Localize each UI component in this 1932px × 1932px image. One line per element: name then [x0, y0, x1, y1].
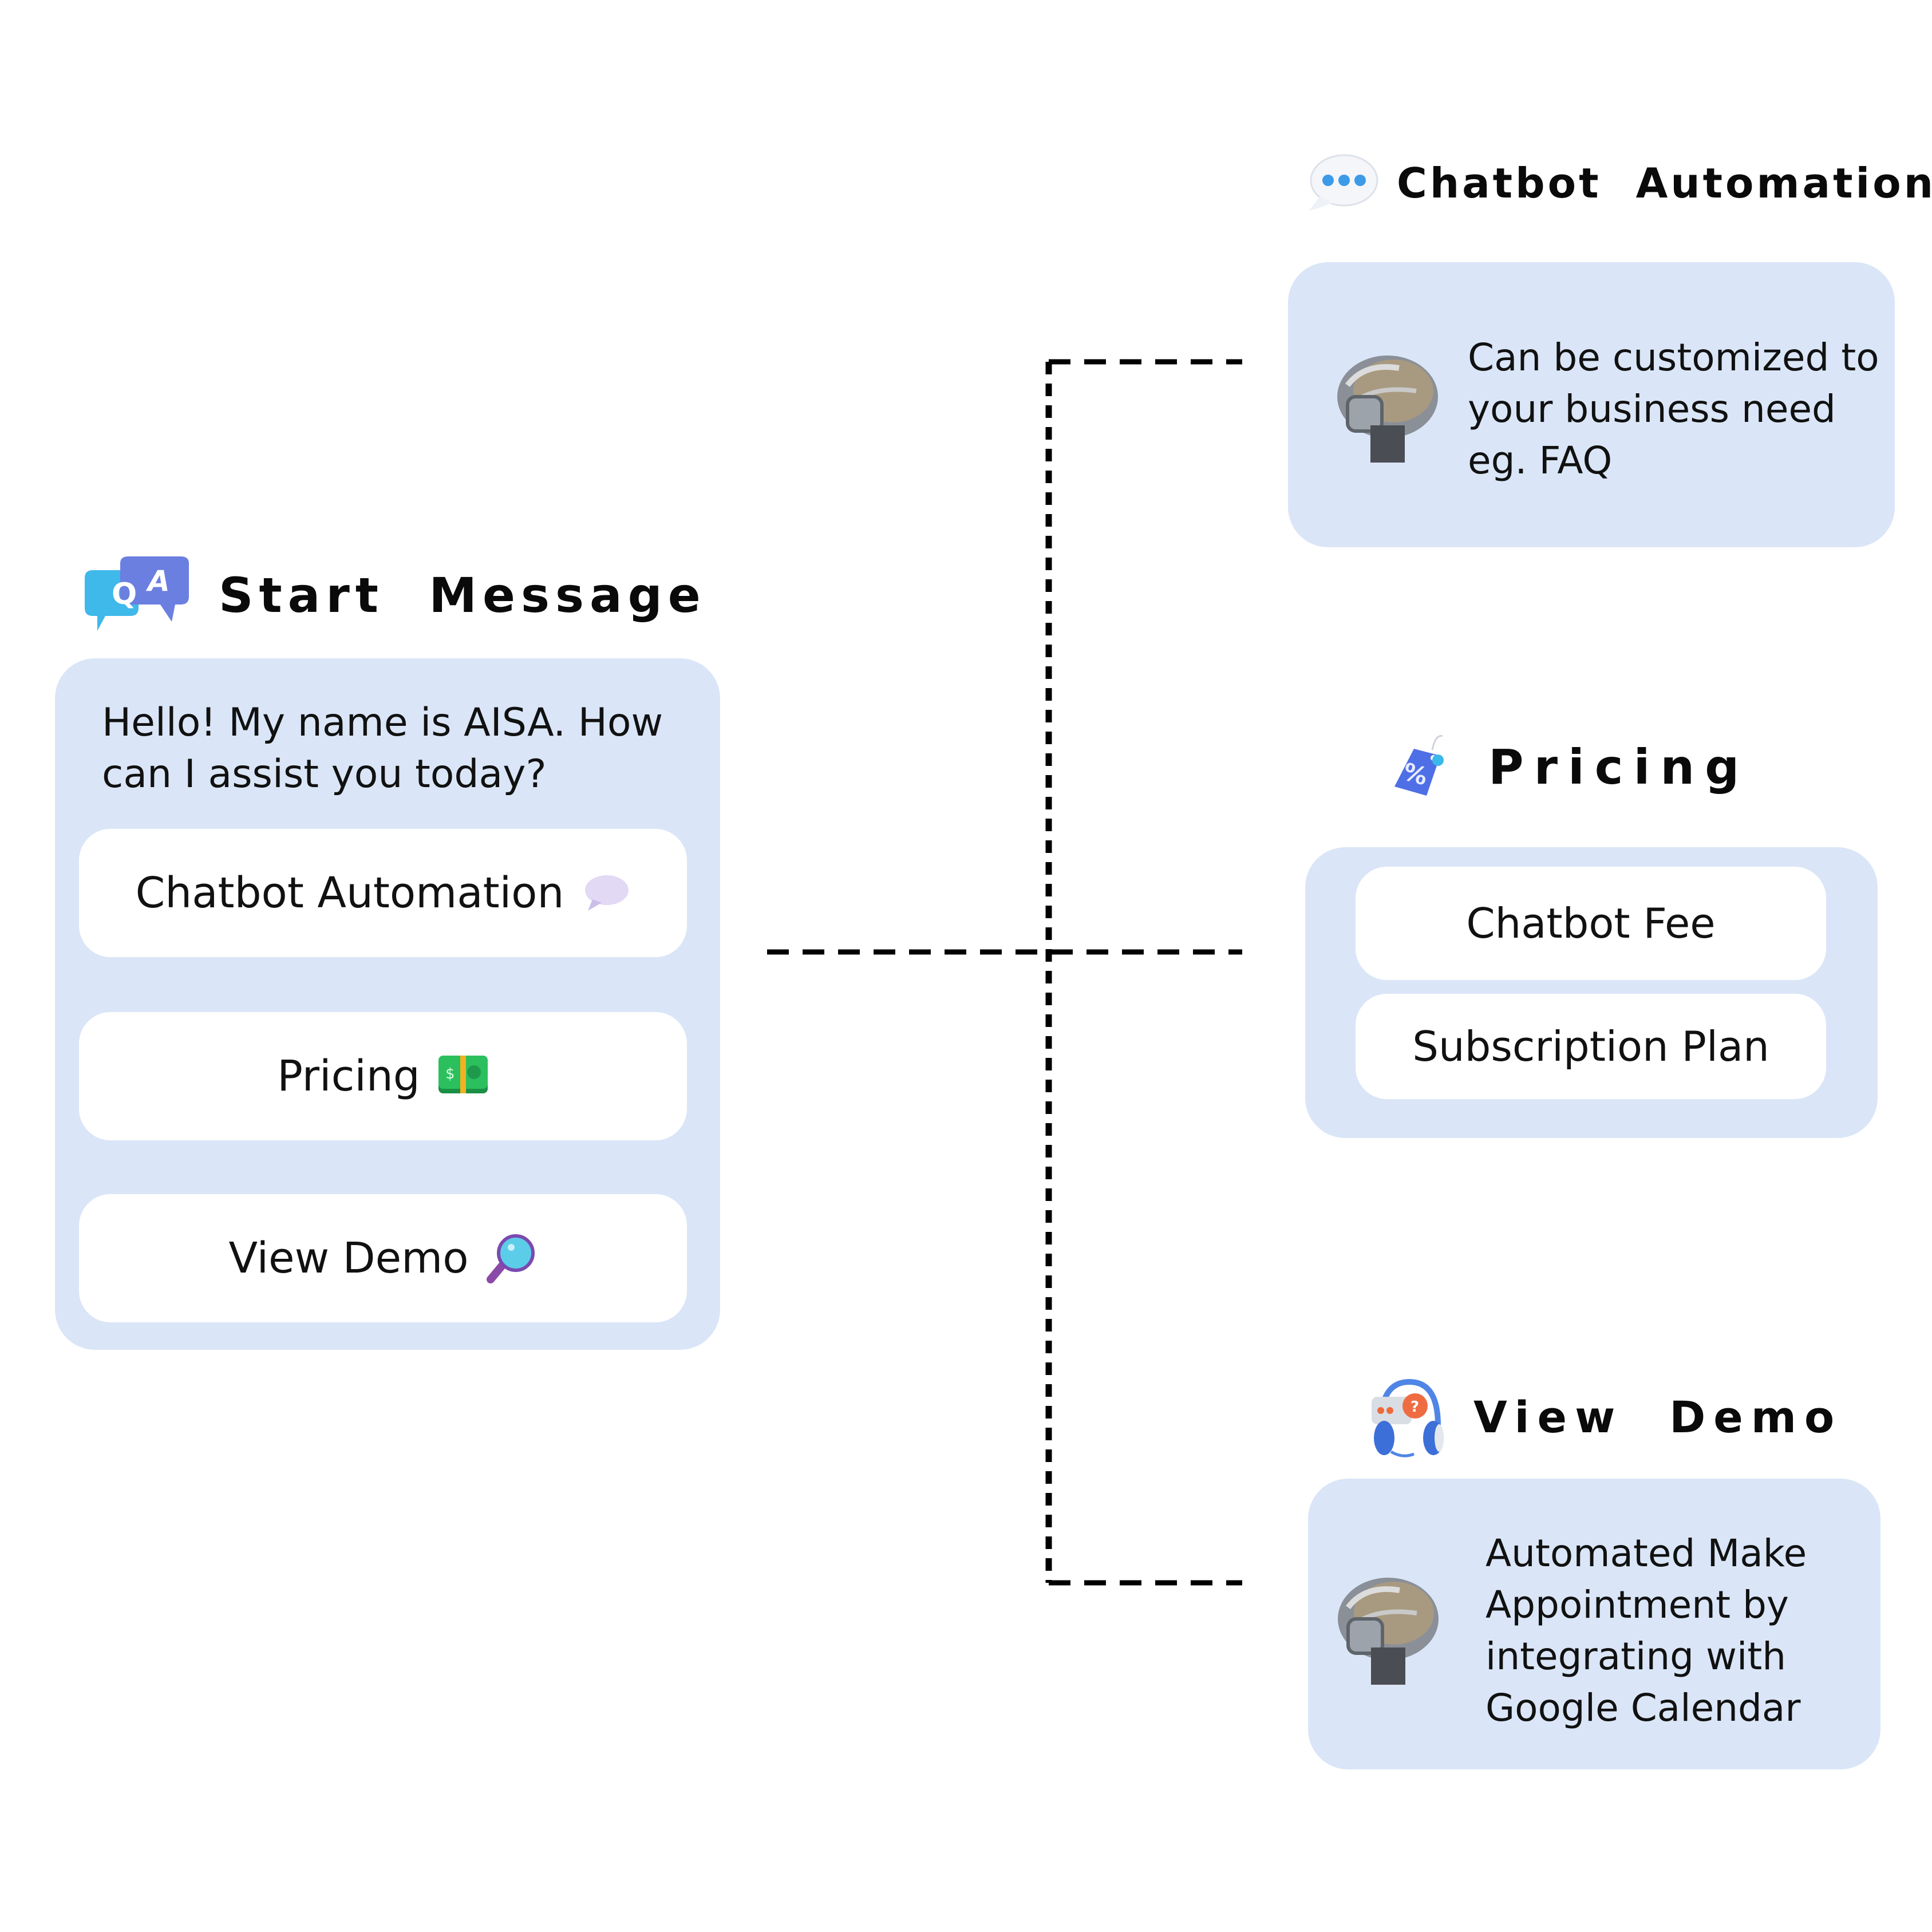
option-label: Pricing: [277, 1052, 420, 1101]
typing-bubble-icon: [1305, 152, 1380, 215]
pricing-option-subscription-plan-button[interactable]: Subscription Plan: [1356, 994, 1826, 1099]
chatbot-automation-heading: Chatbot Automation: [1305, 152, 1932, 215]
start-message-card: Hello! My name is AISA. How can I assist…: [55, 658, 720, 1350]
chatbot-automation-title: Chatbot Automation: [1397, 159, 1932, 207]
robot-brain-icon: [1330, 351, 1445, 468]
svg-text:$: $: [445, 1065, 455, 1082]
chatbot-automation-description: Can be customized to your business need …: [1468, 332, 1879, 487]
magnifying-glass-icon: [486, 1232, 538, 1284]
option-view-demo-button[interactable]: View Demo: [79, 1194, 687, 1322]
start-message-heading: Q A Start Message: [80, 555, 706, 635]
description-line: your business need: [1468, 387, 1836, 431]
description-line: Can be customized to: [1468, 335, 1879, 380]
pricing-card: Chatbot Fee Subscription Plan: [1305, 847, 1878, 1138]
svg-text:A: A: [145, 564, 170, 598]
view-demo-card: Automated Make Appointment by integratin…: [1308, 1479, 1880, 1769]
description-line: eg. FAQ: [1468, 438, 1613, 483]
option-label: Chatbot Fee: [1466, 899, 1716, 947]
description-line: Automated Make: [1485, 1531, 1807, 1575]
greeting-line: can I assist you today?: [102, 752, 547, 797]
speech-bubble-icon: [581, 873, 630, 913]
greeting-text: Hello! My name is AISA. How can I assist…: [102, 697, 663, 800]
pricing-heading: % Pricing: [1391, 733, 1749, 801]
svg-text:?: ?: [1411, 1398, 1419, 1416]
option-label: View Demo: [228, 1234, 469, 1283]
money-stack-icon: $: [437, 1054, 489, 1098]
option-label: Chatbot Automation: [135, 868, 564, 918]
description-line: Google Calendar: [1485, 1686, 1801, 1730]
view-demo-heading: ? View Demo: [1368, 1374, 1842, 1460]
option-label: Subscription Plan: [1412, 1022, 1769, 1070]
svg-text:Q: Q: [112, 577, 137, 611]
view-demo-description: Automated Make Appointment by integratin…: [1485, 1528, 1807, 1734]
start-message-title: Start Message: [219, 567, 706, 623]
view-demo-title: View Demo: [1473, 1391, 1843, 1443]
robot-brain-icon: [1331, 1573, 1445, 1690]
description-line: integrating with: [1485, 1634, 1787, 1678]
option-chatbot-automation-button[interactable]: Chatbot Automation: [79, 829, 687, 957]
chatbot-automation-card: Can be customized to your business need …: [1288, 262, 1895, 547]
description-line: Appointment by: [1485, 1583, 1789, 1627]
headset-support-icon: ?: [1368, 1374, 1448, 1460]
option-pricing-button[interactable]: Pricing $: [79, 1012, 687, 1140]
pricing-title: Pricing: [1488, 739, 1750, 795]
price-tag-icon: %: [1391, 733, 1454, 801]
qa-chat-bubbles-icon: Q A: [80, 555, 195, 635]
greeting-line: Hello! My name is AISA. How: [102, 700, 663, 745]
pricing-option-chatbot-fee-button[interactable]: Chatbot Fee: [1356, 867, 1826, 980]
